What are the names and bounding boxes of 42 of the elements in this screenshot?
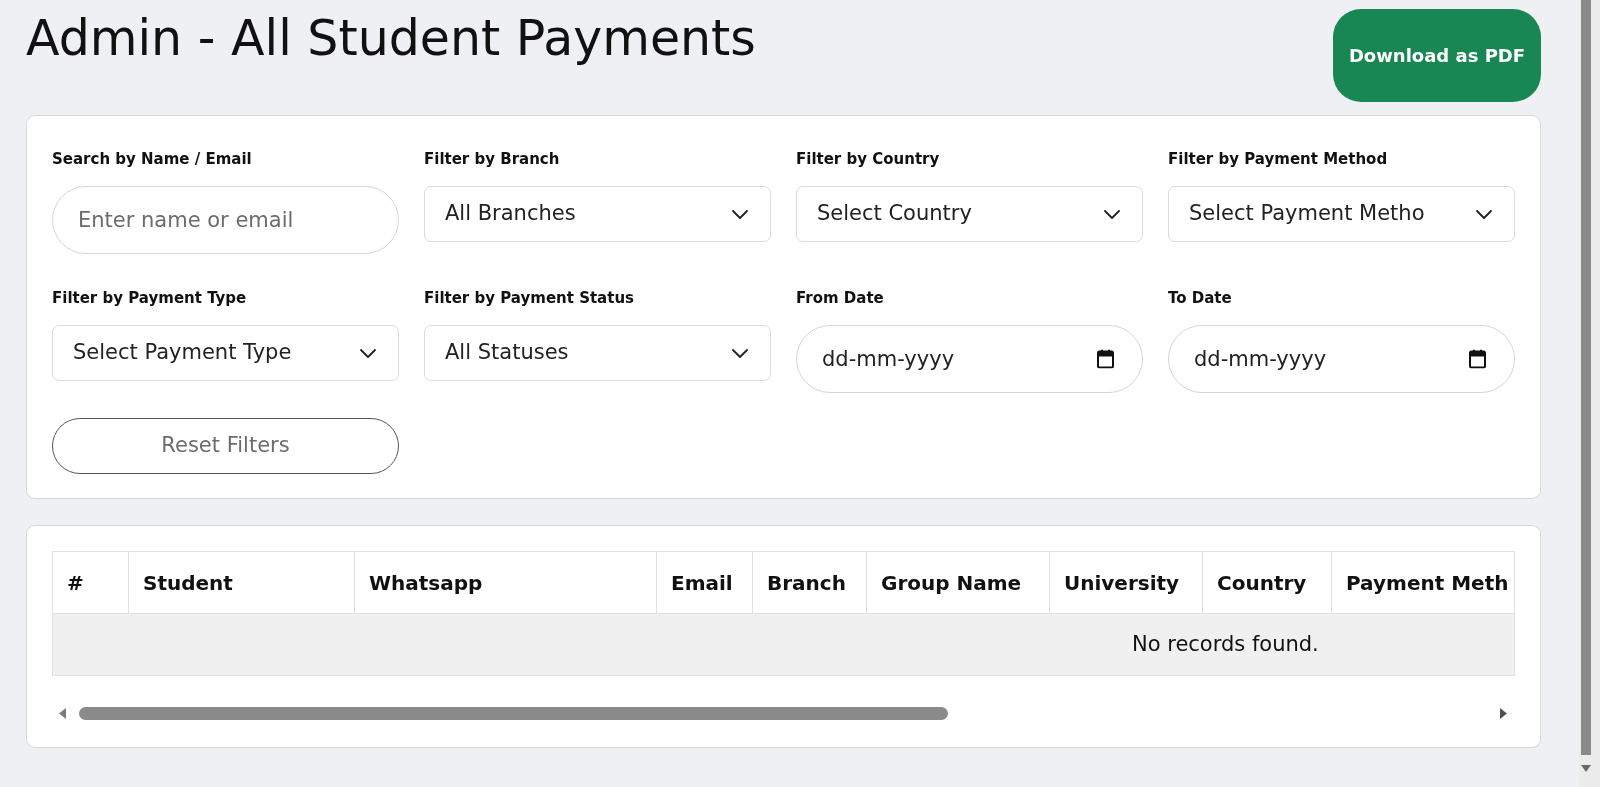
field-label: Filter by Payment Status	[424, 288, 635, 308]
chevron-down-icon	[732, 209, 748, 219]
scroll-left-arrow-icon[interactable]	[59, 707, 66, 719]
field-label: Filter by Country	[796, 149, 941, 169]
page-title: Admin - All Student Payments	[26, 9, 756, 68]
column-header: Country	[1202, 551, 1332, 614]
chevron-down-icon	[1104, 209, 1120, 219]
chevron-down-icon	[732, 348, 748, 358]
calendar-icon	[1097, 349, 1114, 369]
column-header: Group Name	[866, 551, 1050, 614]
scrollbar-thumb[interactable]	[79, 706, 948, 720]
chevron-down-icon	[1476, 209, 1492, 219]
scroll-right-arrow-icon[interactable]	[1500, 707, 1507, 719]
calendar-icon	[1469, 349, 1486, 369]
field-label: Filter by Payment Type	[52, 288, 248, 308]
filter-dropdown[interactable]: Select Country	[796, 186, 1143, 242]
filter-dropdown[interactable]: Select Payment Metho	[1168, 186, 1515, 242]
download-pdf-button[interactable]: Download as PDF	[1333, 9, 1541, 102]
column-header: #	[52, 551, 129, 614]
page-scrollbar-thumb[interactable]	[1581, 0, 1591, 755]
field-label: Filter by Branch	[424, 149, 561, 169]
column-header: Email	[656, 551, 753, 614]
filter-dropdown[interactable]: All Statuses	[424, 325, 771, 381]
column-header: Payment Meth	[1331, 551, 1515, 614]
field-label: Search by Name / Email	[52, 149, 253, 169]
chevron-down-icon	[360, 348, 376, 358]
date-field[interactable]: dd-mm-yyyy	[1168, 325, 1515, 393]
column-header: Student	[128, 551, 355, 614]
filter-dropdown[interactable]: Select Payment Type	[52, 325, 399, 381]
reset-filters-button[interactable]: Reset Filters	[52, 418, 399, 474]
empty-state-message: No records found.	[1132, 631, 1319, 656]
column-header: Whatsapp	[354, 551, 657, 614]
field-label: Filter by Payment Method	[1168, 149, 1389, 169]
scroll-down-arrow-icon[interactable]	[1581, 765, 1591, 772]
field-label: From Date	[796, 288, 885, 308]
column-header: Branch	[752, 551, 867, 614]
filter-dropdown[interactable]: All Branches	[424, 186, 771, 242]
page-scrollbar[interactable]	[1579, 0, 1600, 787]
search-field[interactable]: Enter name or email	[52, 186, 399, 254]
column-header: University	[1049, 551, 1203, 614]
field-label: To Date	[1168, 288, 1233, 308]
date-field[interactable]: dd-mm-yyyy	[796, 325, 1143, 393]
